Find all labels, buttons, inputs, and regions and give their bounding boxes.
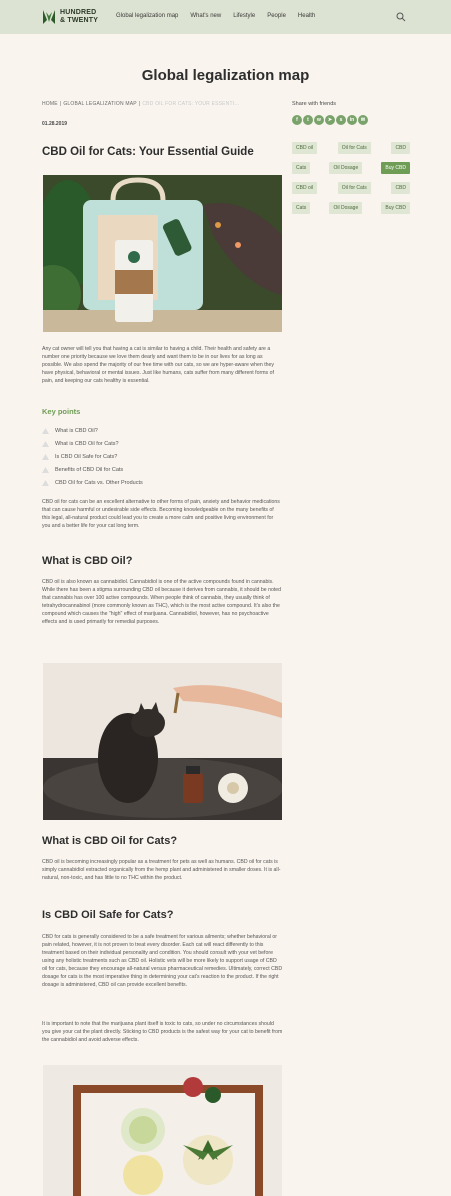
article-paragraph: It is important to note that the marijua…: [42, 1021, 283, 1043]
key-points-list: What is CBD Oil? What is CBD Oil for Cat…: [42, 424, 143, 489]
logo-text: HUNDRED & TWENTY: [60, 9, 98, 25]
breadcrumb-section[interactable]: GLOBAL LEGALIZATION MAP: [63, 101, 137, 107]
linkedin-icon[interactable]: in: [347, 115, 357, 125]
article-paragraph: CBD oil is also known as cannabidiol. Ca…: [42, 579, 282, 625]
key-point-item[interactable]: What is CBD Oil?: [42, 424, 143, 437]
tag-row: Cats Oil Dosage Buy CBD: [292, 202, 410, 214]
article-title: CBD Oil for Cats: Your Essential Guide: [42, 146, 254, 158]
leaf-bullet-icon: [42, 479, 49, 486]
tag-cbd-oil[interactable]: CBD oil: [292, 142, 317, 154]
key-point-label: What is CBD Oil for Cats?: [55, 440, 119, 447]
tag-buy-cbd[interactable]: Buy CBD: [381, 202, 410, 214]
key-point-label: Is CBD Oil Safe for Cats?: [55, 453, 118, 460]
logo-line-2: & TWENTY: [60, 17, 99, 24]
key-point-label: CBD Oil for Cats vs. Other Products: [55, 479, 143, 486]
tag-oil-for-cats[interactable]: Oil for Cats: [337, 142, 371, 154]
nav-people[interactable]: People: [267, 13, 286, 19]
twitter-icon[interactable]: t: [303, 115, 313, 125]
key-point-item[interactable]: What is CBD Oil for Cats?: [42, 437, 143, 450]
telegram-icon[interactable]: ➤: [325, 115, 335, 125]
tag-buy-cbd-active[interactable]: Buy CBD: [381, 162, 410, 174]
nav-health[interactable]: Health: [298, 13, 315, 19]
breadcrumb-home[interactable]: HOME: [42, 101, 58, 107]
leaf-bullet-icon: [42, 440, 49, 447]
key-point-item[interactable]: Is CBD Oil Safe for Cats?: [42, 450, 143, 463]
nav-whats-new[interactable]: What's new: [190, 13, 221, 19]
section-heading-cbd-for-cats: What is CBD Oil for Cats?: [42, 835, 178, 847]
email-icon[interactable]: ✉: [358, 115, 368, 125]
leaf-bullet-icon: [42, 427, 49, 434]
search-icon[interactable]: [396, 12, 406, 22]
tag-cbd-oil[interactable]: CBD oil: [292, 182, 317, 194]
whatsapp-icon[interactable]: w: [314, 115, 324, 125]
nav-global-legalization-map[interactable]: Global legalization map: [116, 13, 178, 19]
site-logo[interactable]: HUNDRED & TWENTY: [42, 8, 98, 26]
key-point-label: What is CBD Oil?: [55, 427, 98, 434]
tag-cloud: CBD oil Oil for Cats CBD Cats Oil Dosage…: [292, 142, 410, 222]
section-heading-is-cbd-safe: Is CBD Oil Safe for Cats?: [42, 909, 174, 921]
article-paragraph: CBD oil for cats can be an excellent alt…: [42, 499, 280, 529]
leaf-bullet-icon: [42, 453, 49, 460]
tag-cats[interactable]: Cats: [292, 162, 311, 174]
section-heading-what-is-cbd: What is CBD Oil?: [42, 555, 133, 567]
tag-row: Cats Oil Dosage Buy CBD: [292, 162, 410, 174]
main-nav: Global legalization map What's new Lifes…: [116, 13, 315, 19]
logo-line-1: HUNDRED: [60, 9, 97, 16]
cat-illustration: [43, 663, 282, 820]
key-points-heading: Key points: [42, 407, 81, 416]
facebook-icon[interactable]: f: [292, 115, 302, 125]
breadcrumb-separator: |: [59, 101, 62, 107]
key-point-item[interactable]: Benefits of CBD Oil for Cats: [42, 463, 143, 476]
tray-illustration: [43, 1065, 282, 1196]
article-paragraph: CBD oil is becoming increasingly popular…: [42, 859, 281, 881]
page-title: Global legalization map: [141, 67, 310, 84]
article-intro-paragraph: Any cat owner will tell you that having …: [42, 346, 275, 384]
tag-oil-for-cats[interactable]: Oil for Cats: [337, 182, 371, 194]
breadcrumb: HOME | GLOBAL LEGALIZATION MAP | CBD OIL FOR…: [42, 101, 239, 107]
publish-date: 01.28.2019: [42, 121, 68, 127]
tag-cbd[interactable]: CBD: [391, 142, 410, 154]
cannabis-leaf-logo-icon: [43, 10, 55, 24]
breadcrumb-separator: |: [138, 101, 141, 107]
nav-lifestyle[interactable]: Lifestyle: [233, 13, 255, 19]
skype-icon[interactable]: s: [336, 115, 346, 125]
hero-illustration: [43, 175, 282, 332]
top-header: HUNDRED & TWENTY Global legalization map…: [0, 0, 451, 34]
article-hero-image: [43, 175, 282, 332]
tag-cats[interactable]: Cats: [292, 202, 311, 214]
breadcrumb-current: CBD OIL FOR CATS: YOUR ESSENTI...: [142, 101, 240, 107]
tag-cbd[interactable]: CBD: [391, 182, 410, 194]
key-point-label: Benefits of CBD Oil for Cats: [55, 466, 124, 473]
key-point-item[interactable]: CBD Oil for Cats vs. Other Products: [42, 476, 143, 489]
leaf-bullet-icon: [42, 466, 49, 473]
tag-oil-dosage[interactable]: Oil Dosage: [329, 162, 363, 174]
tag-row: CBD oil Oil for Cats CBD: [292, 142, 410, 154]
share-icons: f t w ➤ s in ✉: [292, 115, 368, 125]
article-image-tray: [43, 1065, 282, 1196]
tag-row: CBD oil Oil for Cats CBD: [292, 182, 410, 194]
article-paragraph: CBD for cats is generally considered to …: [42, 934, 283, 988]
article-image-cat: [43, 663, 282, 820]
tag-oil-dosage[interactable]: Oil Dosage: [329, 202, 363, 214]
share-label: Share with friends: [292, 101, 337, 107]
